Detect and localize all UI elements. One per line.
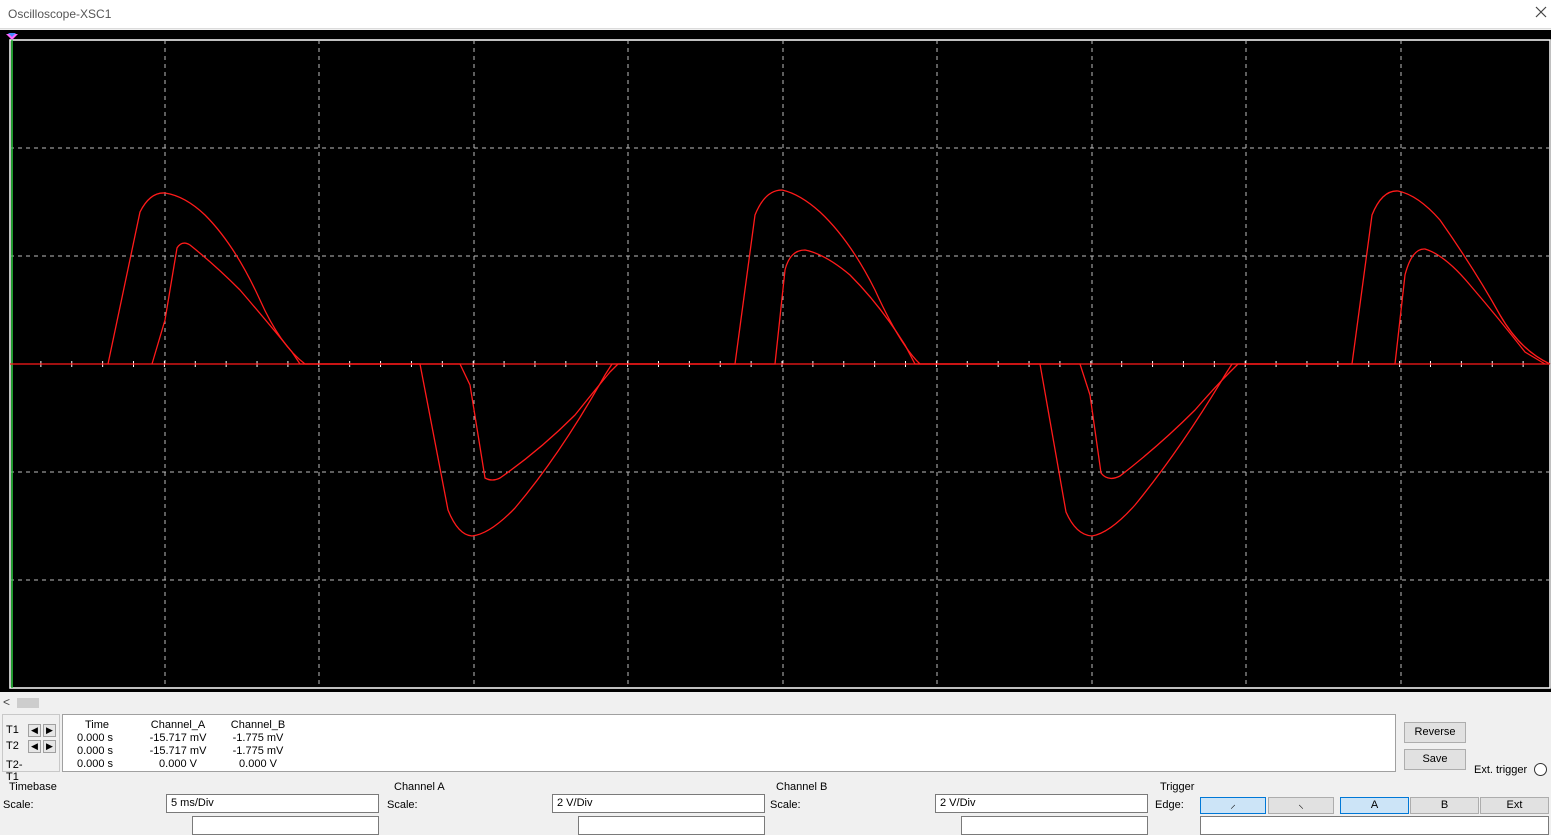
channel-a-scale-label: Scale: xyxy=(387,799,418,811)
diff-channel-b: 0.000 V xyxy=(239,758,277,770)
window-titlebar: Oscilloscope-XSC1 xyxy=(0,0,1551,29)
trigger-title: Trigger xyxy=(1160,781,1195,793)
timebase-group: Timebase Scale: 5 ms/Div xyxy=(0,779,384,835)
t2-channel-a: -15.717 mV xyxy=(149,745,207,757)
trigger-edge-label: Edge: xyxy=(1155,799,1184,811)
rising-edge-icon: ⸝ xyxy=(1230,799,1236,811)
t2-time: 0.000 s xyxy=(76,745,114,757)
t2-channel-b: -1.775 mV xyxy=(232,745,284,757)
waveforms xyxy=(10,189,1551,537)
ext-trigger-label: Ext. trigger xyxy=(1474,764,1528,776)
ext-trigger-radio[interactable] xyxy=(1534,763,1547,776)
trigger-source-ext-button[interactable]: Ext xyxy=(1480,797,1549,814)
channel-a-trace xyxy=(107,189,1551,537)
window-title: Oscilloscope-XSC1 xyxy=(8,7,112,21)
cursor-t2-right-icon[interactable]: ▶ xyxy=(43,740,56,753)
diff-time: 0.000 s xyxy=(76,758,114,770)
t1-channel-b: -1.775 mV xyxy=(232,732,284,744)
close-icon[interactable] xyxy=(1533,4,1549,20)
channel-b-ypos-input[interactable] xyxy=(961,816,1148,835)
timebase-scale-label: Scale: xyxy=(3,799,34,811)
channel-a-ypos-input[interactable] xyxy=(578,816,765,835)
trigger-source-a-button[interactable]: A xyxy=(1340,797,1409,814)
reverse-button[interactable]: Reverse xyxy=(1404,722,1466,743)
settings-panel: Timebase Scale: 5 ms/Div Channel A Scale… xyxy=(0,779,1551,835)
cursor-panel: T1 ◀ ▶ T2 ◀ ▶ T2-T1 Time Channel_A Chann… xyxy=(0,712,1551,783)
channel-b-trace xyxy=(151,242,1546,481)
save-button[interactable]: Save xyxy=(1404,749,1466,770)
channel-b-scale-label: Scale: xyxy=(770,799,801,811)
channel-b-title: Channel B xyxy=(776,781,828,793)
diff-channel-a: 0.000 V xyxy=(159,758,197,770)
header-time: Time xyxy=(84,719,110,731)
scope-screen[interactable] xyxy=(0,30,1551,692)
ext-trigger: Ext. trigger xyxy=(1474,763,1547,776)
horizontal-scrollbar[interactable]: < xyxy=(0,694,1551,712)
cursor-t1-right-icon[interactable]: ▶ xyxy=(43,724,56,737)
cursor-t1-label: T1 xyxy=(6,724,19,736)
t1-channel-a: -15.717 mV xyxy=(149,732,207,744)
scroll-left-icon[interactable]: < xyxy=(3,695,10,709)
cursor-t1-left-icon[interactable]: ◀ xyxy=(28,724,41,737)
channel-a-title: Channel A xyxy=(394,781,445,793)
channel-a-group: Channel A Scale: 2 V/Div xyxy=(386,779,770,835)
t1-time: 0.000 s xyxy=(76,732,114,744)
channel-a-scale-input[interactable]: 2 V/Div xyxy=(552,794,765,813)
cursor-t2-label: T2 xyxy=(6,740,19,752)
trigger-group: Trigger Edge: ⸝ ⸜ A B Ext xyxy=(1153,779,1551,835)
channel-b-group: Channel B Scale: 2 V/Div xyxy=(769,779,1153,835)
edge-rising-button[interactable]: ⸝ xyxy=(1200,797,1266,814)
cursor-controls: T1 ◀ ▶ T2 ◀ ▶ T2-T1 xyxy=(2,714,60,783)
timebase-scale-input[interactable]: 5 ms/Div xyxy=(166,794,379,813)
trigger-level-input[interactable] xyxy=(1200,816,1549,835)
channel-b-scale-input[interactable]: 2 V/Div xyxy=(935,794,1148,813)
edge-falling-button[interactable]: ⸜ xyxy=(1268,797,1334,814)
scroll-thumb[interactable] xyxy=(17,698,39,708)
header-channel-b: Channel_B xyxy=(230,719,286,731)
falling-edge-icon: ⸜ xyxy=(1298,799,1304,811)
scope-display xyxy=(6,33,1551,689)
timebase-title: Timebase xyxy=(9,781,57,793)
header-channel-a: Channel_A xyxy=(150,719,206,731)
cursor-readout-table: Time Channel_A Channel_B 0.000 s -15.717… xyxy=(62,714,1396,772)
timebase-xpos-input[interactable] xyxy=(192,816,379,835)
trigger-source-b-button[interactable]: B xyxy=(1410,797,1479,814)
cursor-t2-left-icon[interactable]: ◀ xyxy=(28,740,41,753)
